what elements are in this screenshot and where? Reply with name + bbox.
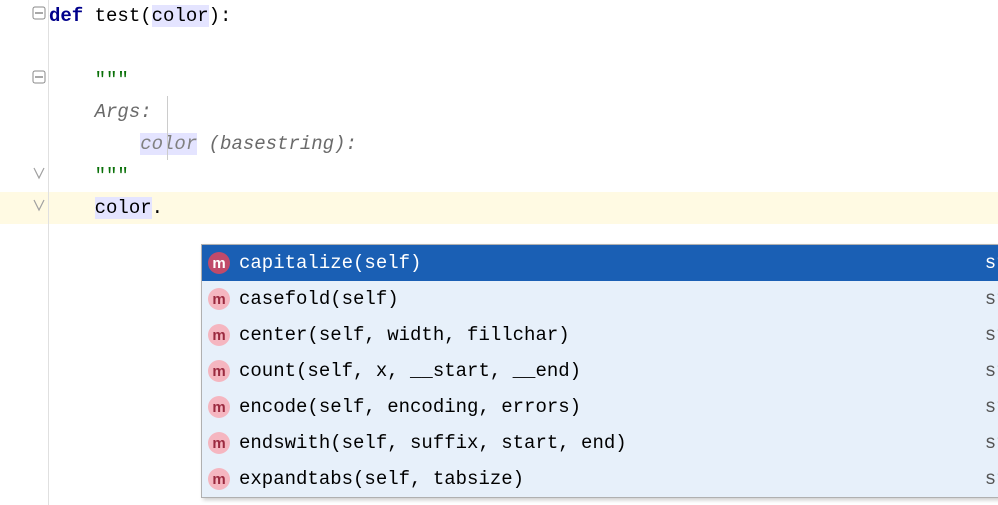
gutter-line-current	[0, 192, 48, 224]
variable-highlight: color	[95, 197, 152, 219]
autocomplete-type: str	[985, 252, 998, 274]
autocomplete-item[interactable]: m capitalize(self) str	[202, 245, 998, 281]
code-line: """	[49, 64, 998, 96]
autocomplete-item[interactable]: m endswith(self, suffix, start, end) str	[202, 425, 998, 461]
indent-guide	[167, 96, 168, 160]
fold-end-icon[interactable]	[32, 166, 46, 180]
gutter-line	[0, 64, 48, 96]
code-line: def test(color):	[49, 0, 998, 32]
method-icon: m	[208, 432, 230, 454]
gutter-line	[0, 0, 48, 32]
autocomplete-type: str	[985, 432, 998, 454]
autocomplete-type: str	[985, 288, 998, 310]
autocomplete-item[interactable]: m expandtabs(self, tabsize) str	[202, 461, 998, 497]
editor-content[interactable]: def test(color): """ Args: color (basest…	[49, 0, 998, 505]
method-icon: m	[208, 360, 230, 382]
code-text: .	[152, 197, 163, 219]
autocomplete-type: str	[985, 360, 998, 382]
autocomplete-label: count(self, x, __start, __end)	[239, 360, 985, 382]
fold-minus-icon[interactable]	[32, 70, 46, 84]
autocomplete-label: endswith(self, suffix, start, end)	[239, 432, 985, 454]
code-line: """	[49, 160, 998, 192]
autocomplete-label: encode(self, encoding, errors)	[239, 396, 985, 418]
autocomplete-type: str	[985, 324, 998, 346]
autocomplete-label: casefold(self)	[239, 288, 985, 310]
autocomplete-type: str	[985, 396, 998, 418]
autocomplete-item[interactable]: m count(self, x, __start, __end) str	[202, 353, 998, 389]
autocomplete-item[interactable]: m encode(self, encoding, errors) str	[202, 389, 998, 425]
code-editor: def test(color): """ Args: color (basest…	[0, 0, 998, 505]
docstring-text: Args:	[95, 101, 152, 123]
autocomplete-item[interactable]: m center(self, width, fillchar) str	[202, 317, 998, 353]
gutter-line	[0, 32, 48, 64]
method-icon: m	[208, 396, 230, 418]
code-text: test(	[83, 5, 151, 27]
autocomplete-label: center(self, width, fillchar)	[239, 324, 985, 346]
gutter	[0, 0, 49, 505]
gutter-line	[0, 128, 48, 160]
docstring-quote: """	[95, 69, 129, 91]
fold-minus-icon[interactable]	[32, 6, 46, 20]
method-icon: m	[208, 324, 230, 346]
fold-end-icon[interactable]	[32, 198, 46, 212]
docstring-text: (basestring):	[197, 133, 357, 155]
autocomplete-label: expandtabs(self, tabsize)	[239, 468, 985, 490]
gutter-line	[0, 96, 48, 128]
method-icon: m	[208, 252, 230, 274]
code-line	[49, 32, 998, 64]
autocomplete-label: capitalize(self)	[239, 252, 985, 274]
keyword-def: def	[49, 5, 83, 27]
autocomplete-list[interactable]: m capitalize(self) str m casefold(self) …	[202, 245, 998, 497]
code-line: Args:	[49, 96, 998, 128]
code-line: color (basestring):	[49, 128, 998, 160]
docstring-param: color	[140, 133, 197, 155]
method-icon: m	[208, 468, 230, 490]
parameter-highlight: color	[152, 5, 209, 27]
method-icon: m	[208, 288, 230, 310]
gutter-line	[0, 160, 48, 192]
code-text: ):	[209, 5, 232, 27]
code-line-current: color.	[49, 192, 998, 224]
autocomplete-popup: m capitalize(self) str m casefold(self) …	[201, 244, 998, 498]
autocomplete-item[interactable]: m casefold(self) str	[202, 281, 998, 317]
autocomplete-type: str	[985, 468, 998, 490]
docstring-quote: """	[95, 165, 129, 187]
docstring-indent	[95, 133, 141, 155]
